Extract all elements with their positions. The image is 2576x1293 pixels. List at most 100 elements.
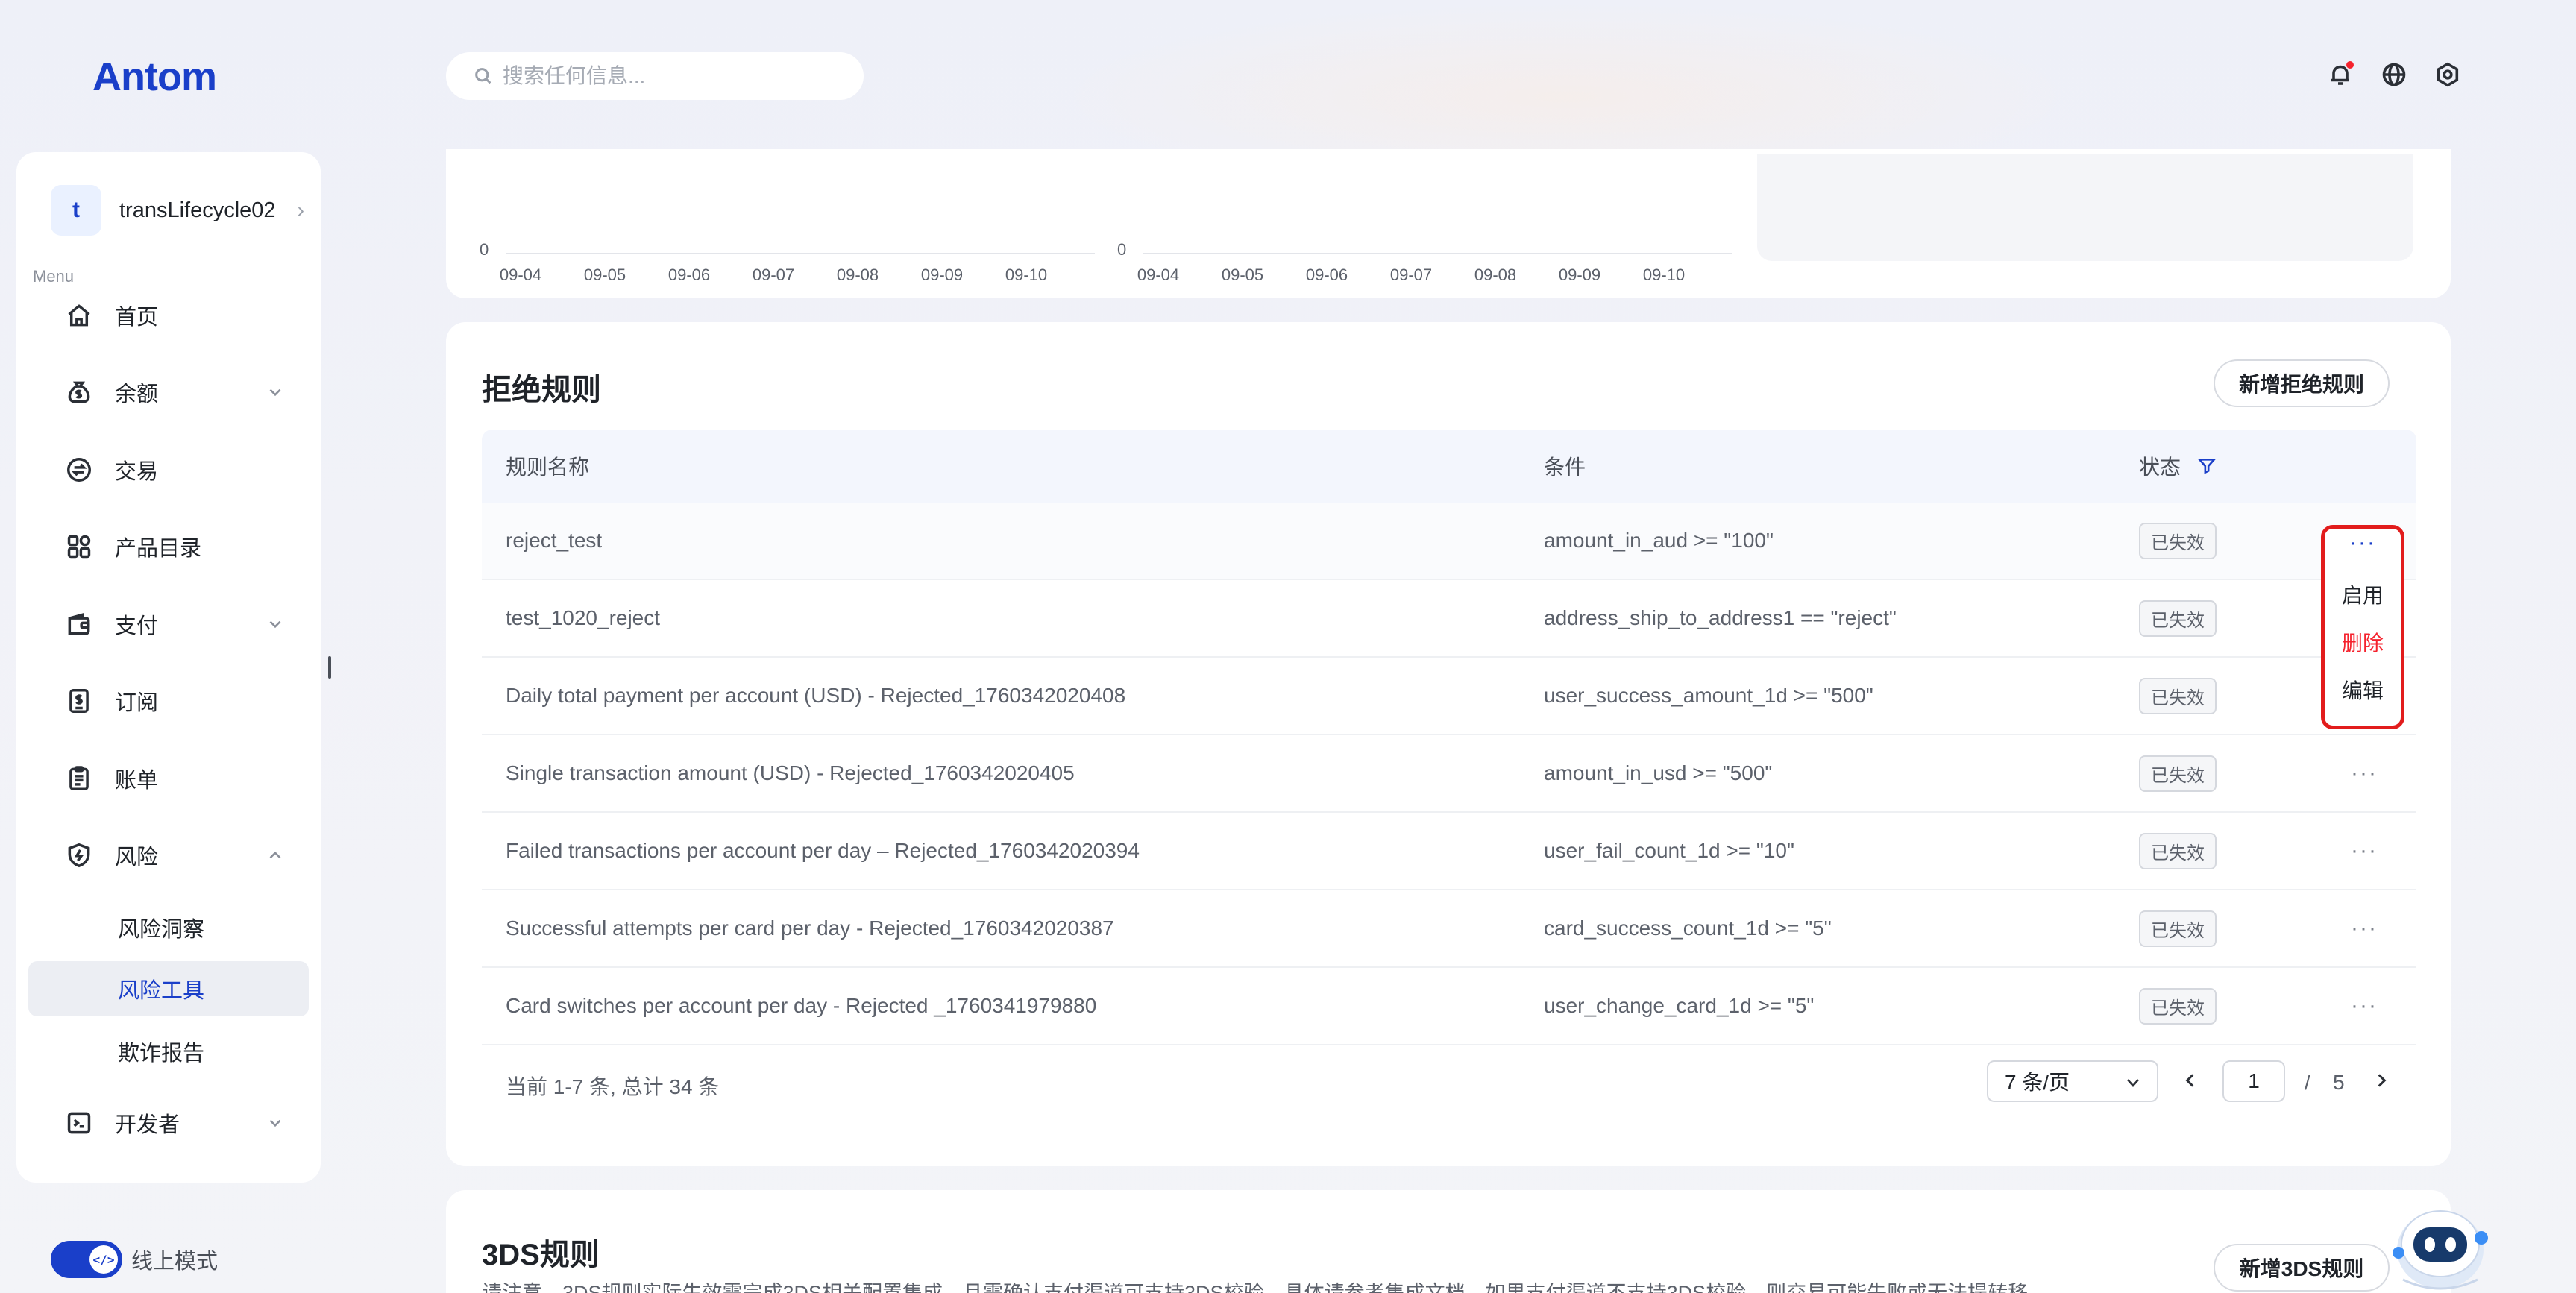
table-row[interactable]: test_1020_reject address_ship_to_address… xyxy=(482,580,2416,658)
notification-dot xyxy=(2346,61,2354,69)
chevron-right-icon xyxy=(2378,1074,2387,1087)
sidebar-item-product-catalog[interactable]: 产品目录 xyxy=(30,517,310,576)
reject-rules-title: 拒绝规则 xyxy=(482,374,601,406)
status-badge: 已失效 xyxy=(2139,600,2217,637)
status-badge: 已失效 xyxy=(2139,677,2217,714)
reject-rules-table: 规则名称 条件 状态 reject_test amount_in_aud >= … xyxy=(482,430,2416,1045)
x-tick-label: 09-07 xyxy=(1390,265,1432,284)
account-switcher[interactable]: t transLifecycle02 › xyxy=(33,179,304,242)
sidebar-subitem-risk-insights[interactable]: 风险洞察 xyxy=(28,900,309,955)
bill-icon xyxy=(64,764,94,793)
notification-bell-icon[interactable] xyxy=(2324,58,2357,91)
globe-icon[interactable] xyxy=(2378,58,2410,91)
chart-right-svg: 0 09-04 09-05 09-06 09-07 09-08 09-09 09-10 xyxy=(1117,240,1732,284)
antom-logo[interactable]: Antom xyxy=(92,54,217,100)
sidebar-item-transactions[interactable]: 交易 xyxy=(30,441,310,499)
global-search[interactable] xyxy=(446,52,864,100)
page-size-select[interactable]: 7 条/页 xyxy=(1987,1060,2158,1102)
top-toolbar xyxy=(2303,58,2464,91)
sidebar-item-developers[interactable]: 开发者 xyxy=(30,1094,310,1152)
rule-name: Card switches per account per day - Reje… xyxy=(506,994,1097,1017)
sidebar-item-subscriptions[interactable]: 订阅 xyxy=(30,672,310,730)
table-row[interactable]: Daily total payment per account (USD) - … xyxy=(482,658,2416,735)
sidebar-subitem-risk-tools[interactable]: 风险工具 xyxy=(28,961,309,1016)
sidebar-subitem-fraud-report[interactable]: 欺诈报告 xyxy=(28,1024,309,1079)
sidebar-item-label: 订阅 xyxy=(115,691,159,715)
sidebar-item-payments[interactable]: 支付 xyxy=(30,595,310,653)
row-more-actions-button-active[interactable]: ··· xyxy=(2325,532,2401,554)
search-input[interactable] xyxy=(503,64,831,88)
status-badge: 已失效 xyxy=(2139,755,2217,792)
sidebar-item-label: 产品目录 xyxy=(115,537,202,561)
x-tick-label: 09-08 xyxy=(837,265,879,284)
status-badge: 已失效 xyxy=(2139,910,2217,947)
sidebar-item-bills[interactable]: 账单 xyxy=(30,749,310,808)
add-reject-rule-button[interactable]: 新增拒绝规则 xyxy=(2214,359,2390,407)
x-tick-label: 09-07 xyxy=(753,265,794,284)
page-number-input[interactable] xyxy=(2222,1060,2285,1102)
sidebar-item-balance[interactable]: 余额 xyxy=(30,363,310,421)
sidebar-item-label: 账单 xyxy=(115,769,159,793)
sidebar-item-label: 支付 xyxy=(115,614,159,638)
rule-name: Daily total payment per account (USD) - … xyxy=(506,684,1126,707)
sidebar-item-label: 交易 xyxy=(115,460,159,484)
status-badge: 已失效 xyxy=(2139,987,2217,1025)
menu-item-edit[interactable]: 编辑 xyxy=(2325,675,2401,705)
table-row[interactable]: Single transaction amount (USD) - Reject… xyxy=(482,735,2416,813)
x-tick-label: 09-09 xyxy=(921,265,963,284)
settings-gear-icon[interactable] xyxy=(2431,58,2464,91)
chart-side-panel xyxy=(1757,154,2413,261)
column-header-name: 规则名称 xyxy=(506,456,590,479)
pagination: 当前 1-7 条, 总计 34 条 7 条/页 / 5 xyxy=(482,1060,2416,1105)
x-tick-label: 09-05 xyxy=(1222,265,1263,284)
account-name: transLifecycle02 xyxy=(119,198,276,222)
table-row[interactable]: reject_test amount_in_aud >= "100" 已失效 xyxy=(482,503,2416,580)
3ds-rules-card: 3DS规则 新增3DS规则 请注意，3DS规则实际生效需完成3DS相关配置集成，… xyxy=(446,1190,2451,1293)
next-page-button[interactable] xyxy=(2372,1071,2391,1090)
page-size-value: 7 条/页 xyxy=(2005,1071,2070,1094)
chart-right: 0 09-04 09-05 09-06 09-07 09-08 09-09 09-10 xyxy=(1084,172,1732,295)
sidebar-item-risk[interactable]: 风险 xyxy=(30,826,310,884)
x-tick-label: 09-06 xyxy=(1306,265,1348,284)
sidebar-item-home[interactable]: 首页 xyxy=(30,286,310,345)
mode-label: 线上模式 xyxy=(131,1250,219,1274)
account-avatar: t xyxy=(51,185,101,236)
rule-condition: address_ship_to_address1 == "reject" xyxy=(1544,606,1897,629)
total-pages: 5 xyxy=(2333,1071,2345,1094)
status-badge: 已失效 xyxy=(2139,522,2217,559)
row-more-actions-button[interactable]: ··· xyxy=(2351,995,2378,1017)
table-row[interactable]: Card switches per account per day - Reje… xyxy=(482,968,2416,1045)
menu-item-delete[interactable]: 删除 xyxy=(2325,627,2401,657)
x-tick-label: 09-05 xyxy=(584,265,626,284)
sidebar-item-label: 开发者 xyxy=(115,1113,180,1137)
menu-item-enable[interactable]: 启用 xyxy=(2325,579,2401,609)
live-mode-toggle[interactable]: </> 线上模式 xyxy=(51,1241,218,1278)
sidebar: t transLifecycle02 › Menu 首页 余额 交易 产品目录 … xyxy=(16,152,321,1183)
filter-icon[interactable] xyxy=(2197,456,2217,476)
chevron-down-icon xyxy=(266,1113,285,1133)
chevron-down-icon xyxy=(2127,1079,2139,1087)
rule-name: Failed transactions per account per day … xyxy=(506,839,1140,862)
row-more-actions-button[interactable]: ··· xyxy=(2351,840,2378,862)
rule-condition: card_success_count_1d >= "5" xyxy=(1544,916,1832,940)
mode-switch[interactable]: </> xyxy=(51,1241,122,1278)
shield-icon xyxy=(64,840,94,870)
table-row[interactable]: Successful attempts per card per day - R… xyxy=(482,890,2416,968)
ai-assistant-robot-icon[interactable] xyxy=(2381,1186,2492,1293)
grid-icon xyxy=(64,532,94,561)
rule-name: test_1020_reject xyxy=(506,606,661,629)
prev-page-button[interactable] xyxy=(2181,1071,2200,1090)
sidebar-item-label: 余额 xyxy=(115,383,159,406)
pagination-summary: 当前 1-7 条, 总计 34 条 xyxy=(506,1075,720,1098)
chart-left-svg: 0 09-04 09-05 09-06 09-07 09-08 09-09 09-10 xyxy=(480,240,1095,284)
chevron-right-icon: › xyxy=(297,198,304,221)
table-row[interactable]: Failed transactions per account per day … xyxy=(482,813,2416,890)
sidebar-collapse-handle[interactable] xyxy=(328,656,331,679)
add-3ds-rule-button[interactable]: 新增3DS规则 xyxy=(2214,1244,2390,1292)
y-axis-zero-label: 0 xyxy=(480,240,489,259)
sidebar-item-label: 首页 xyxy=(115,306,159,330)
row-more-actions-button[interactable]: ··· xyxy=(2351,762,2378,784)
column-header-status: 状态 xyxy=(2139,456,2181,479)
home-icon xyxy=(64,301,94,330)
row-more-actions-button[interactable]: ··· xyxy=(2351,917,2378,940)
